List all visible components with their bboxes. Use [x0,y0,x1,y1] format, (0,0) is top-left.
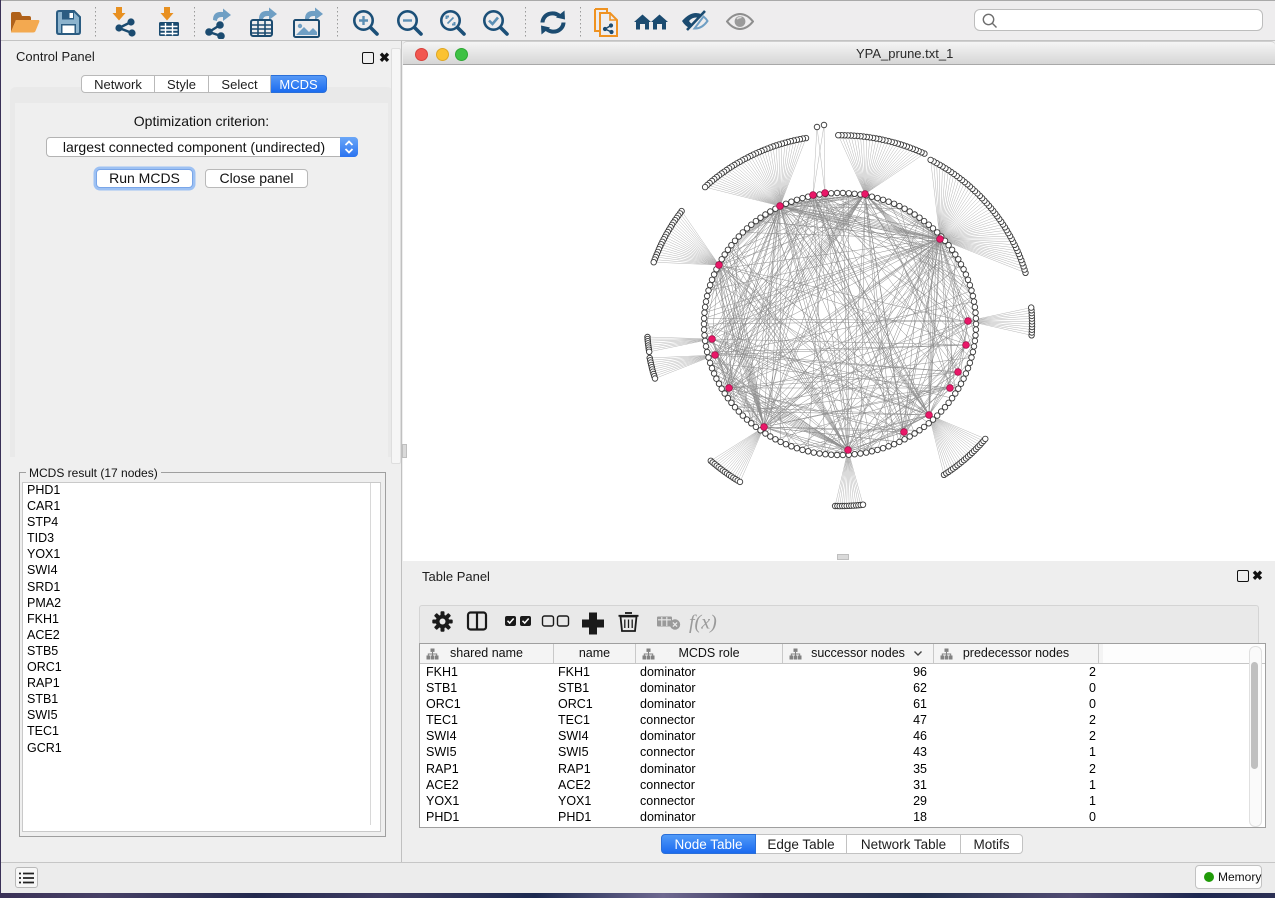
svg-text:f(x): f(x) [689,612,717,634]
